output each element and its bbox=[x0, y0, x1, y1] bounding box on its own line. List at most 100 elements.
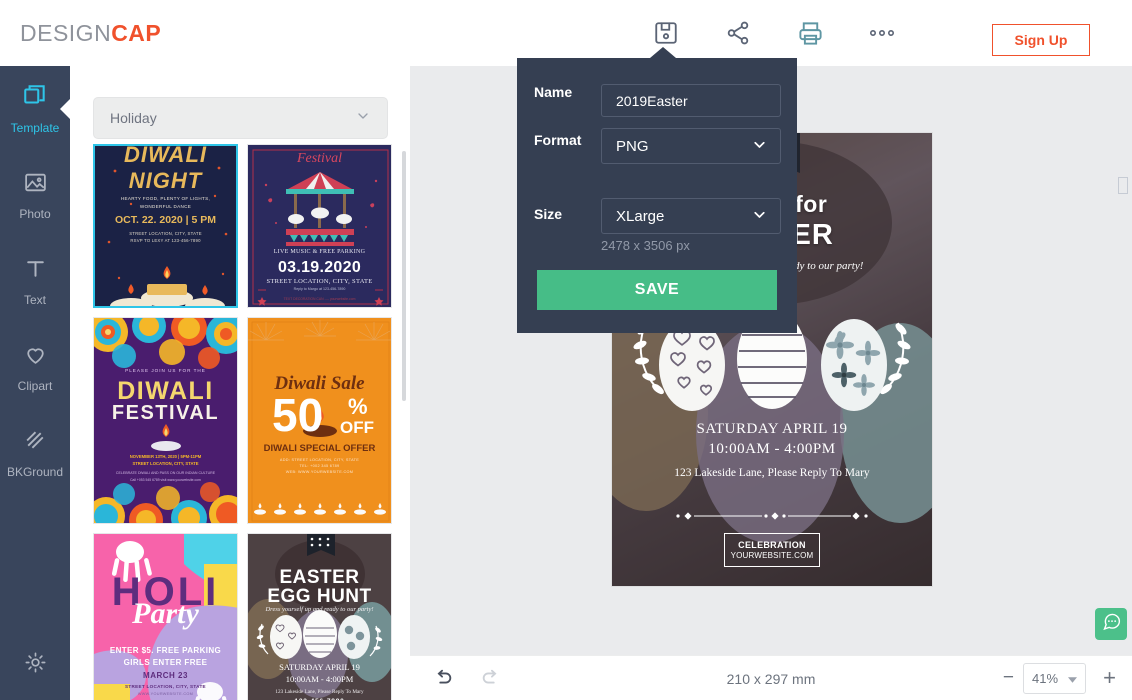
format-row: Format bbox=[534, 132, 599, 148]
poster-time: 10:00AM - 4:00PM bbox=[708, 441, 836, 457]
logo-text-design: DESIGN bbox=[20, 20, 112, 46]
template-thumb-diwali-festival[interactable]: PLEASE JOIN US FOR THE DIWALI FESTIVAL N… bbox=[93, 317, 238, 524]
thumb-off: OFF bbox=[340, 418, 374, 437]
zoom-in-button[interactable]: + bbox=[1103, 667, 1116, 689]
thumb-foot1: STREET LOCATION, CITY, STATE bbox=[129, 231, 202, 236]
poster-website-badge: CELEBRATION YOURWEBSITE.COM bbox=[724, 533, 820, 567]
chevron-down-icon bbox=[1068, 670, 1077, 688]
dialog-caret bbox=[650, 47, 676, 58]
sidebar-item-photo[interactable]: Photo bbox=[0, 152, 70, 238]
sidebar-item-label: BKGround bbox=[6, 464, 64, 479]
panel-scrollbar[interactable] bbox=[402, 151, 406, 401]
thumb-sub1: Dress yourself up and ready to our party… bbox=[265, 606, 374, 613]
gear-icon bbox=[23, 650, 48, 680]
sidebar-item-bkground[interactable]: BKGround bbox=[0, 410, 70, 496]
thumb-foot2: Reply to Margo at 123-456-7890 bbox=[293, 287, 346, 291]
chat-widget-button[interactable] bbox=[1095, 608, 1127, 640]
template-thumb-diwali-sale[interactable]: Diwali Sale 50 % OFF DIWALI SPECIAL OFFE… bbox=[247, 317, 392, 524]
chat-bubble-icon bbox=[1101, 611, 1122, 637]
sidebar-item-label: Photo bbox=[19, 206, 51, 221]
sidebar-item-template[interactable]: Template bbox=[0, 66, 71, 152]
thumb-foot1: 123 Lakeside Lane, Please Reply To Mary bbox=[275, 689, 364, 695]
name-row: Name bbox=[534, 84, 599, 100]
thumb-foot2: STREET LOCATION, CITY, STATE bbox=[132, 461, 199, 466]
template-thumb-diwali-night[interactable]: DIWALI NIGHT HEARTY FOOD, PLENTY OF LIGH… bbox=[93, 144, 238, 308]
thumb-foot2: RSVP TO LEXY AT 123-456-7890 bbox=[130, 238, 201, 243]
thumb-foot2: TEL: +002 345 6789 bbox=[299, 464, 340, 468]
format-select-value: PNG bbox=[616, 137, 649, 155]
heart-icon bbox=[23, 342, 48, 372]
print-button[interactable] bbox=[789, 14, 831, 52]
thumb-time: 10:00AM - 4:00PM bbox=[285, 674, 354, 684]
save-confirm-button[interactable]: SAVE bbox=[537, 270, 777, 310]
settings-button[interactable] bbox=[0, 650, 70, 680]
sidebar-item-text[interactable]: Text bbox=[0, 238, 70, 324]
thumb-date: MARCH 23 bbox=[143, 671, 188, 680]
chevron-down-icon bbox=[355, 108, 371, 129]
thumb-big-number: 50 bbox=[272, 389, 324, 441]
thumb-script-title: Festival bbox=[296, 151, 343, 166]
thumb-foot1: STREET LOCATION, CITY, STATE bbox=[125, 684, 206, 689]
category-select-value: Holiday bbox=[110, 110, 157, 126]
thumb-date: 03.19.2020 bbox=[277, 259, 362, 276]
sidebar-item-label: Clipart bbox=[17, 378, 53, 393]
thumb-sub1: DIWALI SPECIAL OFFER bbox=[263, 443, 376, 454]
app-header: DESIGNCAP Sign Up bbox=[0, 0, 1132, 66]
chevron-down-icon bbox=[751, 136, 768, 157]
poster-address: 123 Lakeside Lane, Please Reply To Mary bbox=[674, 467, 870, 479]
thumb-foot3: WEB: WWW.YOURWEBSITE.COM bbox=[285, 470, 354, 474]
thumb-foot4: Call +053 545 6789 visit www.yourwebsite… bbox=[130, 478, 201, 482]
poster-date: SATURDAY APRIL 19 bbox=[696, 421, 848, 437]
header-toolbar bbox=[645, 14, 903, 52]
sidebar-item-label: Template bbox=[10, 121, 60, 135]
share-button[interactable] bbox=[717, 14, 759, 52]
format-select[interactable]: PNG bbox=[601, 128, 781, 164]
share-icon bbox=[725, 20, 751, 46]
thumb-sub1: ENTER $5. FREE PARKING bbox=[109, 646, 222, 655]
text-icon bbox=[23, 256, 48, 286]
sidebar-item-clipart[interactable]: Clipart bbox=[0, 324, 70, 410]
checkbox-box bbox=[1118, 176, 1129, 194]
thumb-date: SATURDAY APRIL 19 bbox=[279, 662, 360, 672]
thumb-foot2: WWW.YOURWEBSITE.COM bbox=[137, 692, 194, 696]
transparent-background-checkbox[interactable]: Transparent Background bbox=[1118, 170, 1132, 200]
sidebar-item-label: Text bbox=[23, 292, 46, 307]
category-select[interactable]: Holiday bbox=[93, 97, 388, 139]
thumb-title-line2: FESTIVAL bbox=[111, 402, 220, 424]
filename-input[interactable]: 2019Easter bbox=[601, 84, 781, 117]
size-row: Size bbox=[534, 206, 599, 222]
thumb-sub2: WONDERFUL DANCE bbox=[139, 204, 192, 209]
signup-button[interactable]: Sign Up bbox=[992, 24, 1090, 56]
app-logo[interactable]: DESIGNCAP bbox=[20, 20, 161, 47]
template-icon bbox=[22, 83, 48, 114]
thumb-foot3: TEXT DECORATION CAN ---- yourwebsite.com bbox=[283, 297, 356, 301]
save-icon bbox=[653, 20, 679, 46]
thumb-title-line1: DIWALI bbox=[124, 146, 207, 167]
template-panel: Holiday DIWALI NIGHT HEARTY FOOD, PLENTY… bbox=[70, 66, 410, 700]
format-label: Format bbox=[534, 132, 582, 148]
thumb-sub2: GIRLS ENTER FREE bbox=[123, 658, 208, 667]
zoom-select[interactable]: 41% bbox=[1023, 663, 1086, 694]
designcap-editor: DESIGNCAP Sign Up Template Photo Text Cl… bbox=[0, 0, 1132, 700]
left-sidebar: Template Photo Text Clipart BKGround bbox=[0, 66, 71, 700]
thumb-sub1: LIVE MUSIC & FREE PARKING bbox=[273, 249, 366, 255]
photo-icon bbox=[23, 170, 48, 200]
thumb-foot1: STREET LOCATION, CITY, STATE bbox=[266, 278, 373, 285]
more-options-button[interactable] bbox=[861, 14, 903, 52]
save-dialog: Name 2019Easter Format PNG Transparent B… bbox=[517, 47, 1129, 333]
template-grid: DIWALI NIGHT HEARTY FOOD, PLENTY OF LIGH… bbox=[93, 144, 395, 700]
print-icon bbox=[797, 20, 824, 47]
template-thumb-holi-party[interactable]: HOLI Party ENTER $5. FREE PARKING GIRLS … bbox=[93, 533, 238, 700]
thumb-date: OCT. 22. 2020 | 5 PM bbox=[115, 214, 216, 226]
size-select[interactable]: XLarge bbox=[601, 198, 781, 234]
thumb-foot1: ADD: STREET LOCATION, CITY, STATE bbox=[279, 458, 360, 462]
bottom-toolbar: 210 x 297 mm − 41% + bbox=[410, 655, 1132, 700]
zoom-out-button[interactable]: − bbox=[1003, 668, 1014, 687]
name-label: Name bbox=[534, 84, 573, 100]
template-thumb-festival[interactable]: Festival LIVE MUSIC & FREE PARKING 03.19… bbox=[247, 144, 392, 308]
zoom-value: 41% bbox=[1032, 671, 1059, 686]
chevron-down-icon bbox=[751, 206, 768, 227]
template-thumb-easter-egg-hunt[interactable]: EASTER EGG HUNT Dress yourself up and re… bbox=[247, 533, 392, 700]
poster-divider bbox=[674, 509, 870, 527]
thumb-script-title: Party bbox=[132, 597, 199, 630]
